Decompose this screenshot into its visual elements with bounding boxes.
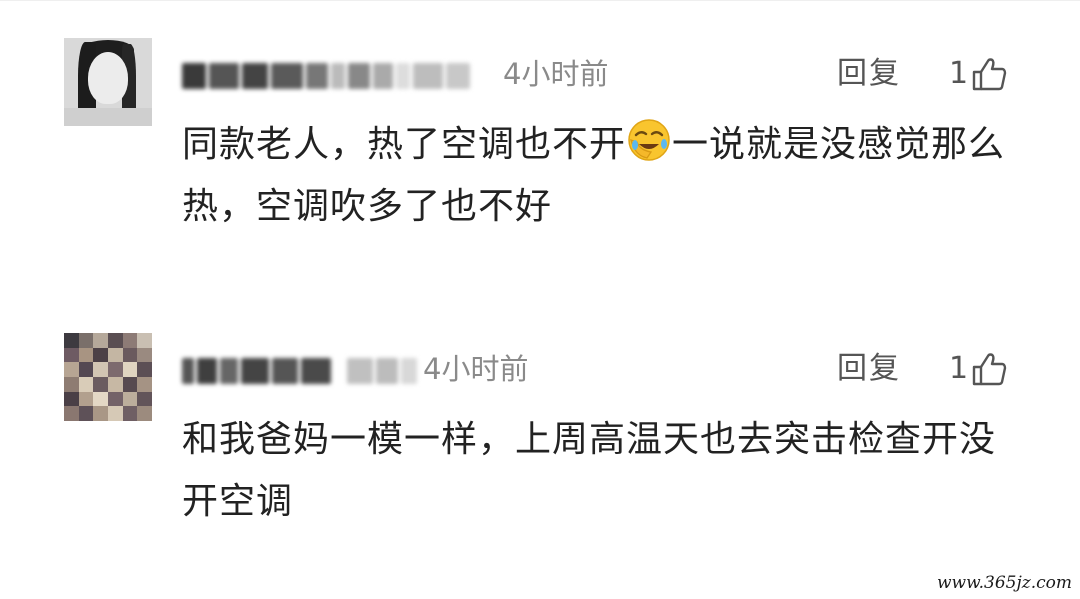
comment-time: 4小时前 <box>423 352 529 386</box>
like-button[interactable]: 1 <box>949 349 1008 389</box>
reply-button[interactable]: 回复 <box>837 349 901 389</box>
thumbs-up-icon <box>972 58 1007 91</box>
reply-button[interactable]: 回复 <box>837 54 901 94</box>
facepalm-laughing-emoji-icon <box>628 119 670 161</box>
watermark: www.365jz.com <box>937 573 1072 593</box>
like-count: 1 <box>949 351 969 386</box>
comment-time: 4小时前 <box>503 57 609 91</box>
username-blurred[interactable] <box>182 56 470 96</box>
comment-text-part: 同款老人，热了空调也不开 <box>182 124 627 165</box>
comment-text: 同款老人，热了空调也不开 一说就是没感觉那么热，空调吹多了也不好 <box>182 114 1012 238</box>
comment-text: 和我爸妈一模一样，上周高温天也去突击检查开没开空调 <box>182 419 997 522</box>
avatar[interactable] <box>64 333 152 421</box>
top-divider <box>0 0 1080 1</box>
username-blurred[interactable] <box>182 351 417 391</box>
like-button[interactable]: 1 <box>949 54 1008 94</box>
avatar[interactable] <box>64 38 152 126</box>
thumbs-up-icon <box>972 353 1007 386</box>
like-count: 1 <box>949 56 969 91</box>
